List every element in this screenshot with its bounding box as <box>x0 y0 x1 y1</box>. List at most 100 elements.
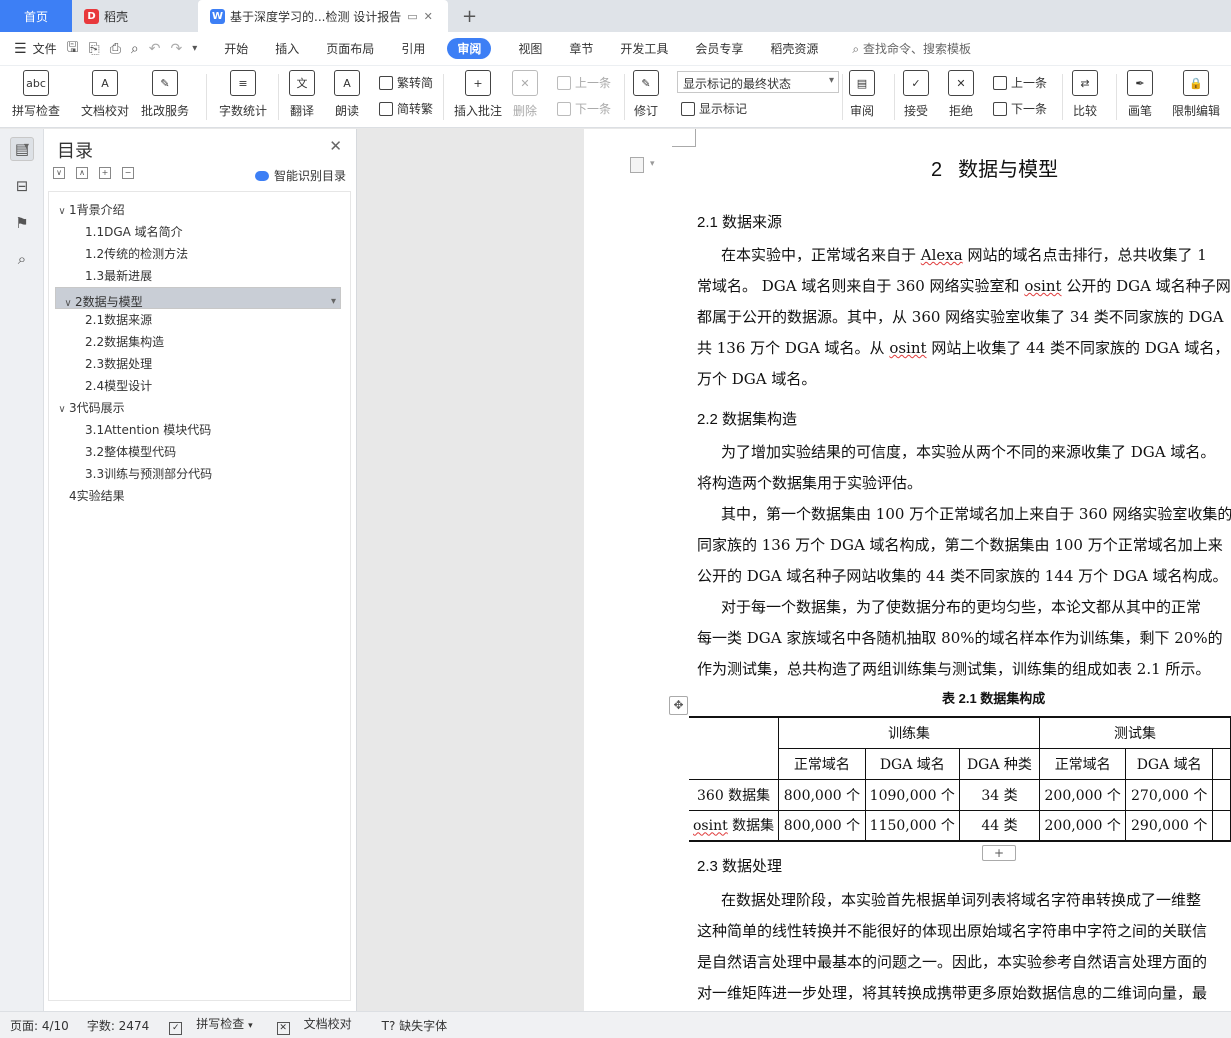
toc-panel-icon[interactable]: ▤ <box>10 137 34 161</box>
page-indicator[interactable]: 页面: 4/10 <box>10 1017 69 1034</box>
chevron-down-icon[interactable]: ∨ <box>55 201 69 223</box>
menu-review[interactable]: 审阅 <box>447 38 492 59</box>
table-cell[interactable]: 1090,000 个 <box>864 778 960 811</box>
table-cell[interactable]: 270,000 个 <box>1125 778 1213 811</box>
toc-item[interactable]: 2.1数据来源 <box>55 309 341 331</box>
delete-comment-button[interactable]: ✕ 删除 <box>512 70 538 119</box>
trad-to-simp-button[interactable]: 繁转简 <box>379 74 433 91</box>
table-group-header[interactable]: 训练集 <box>778 716 1040 749</box>
menu-member[interactable]: 会员专享 <box>695 40 743 57</box>
new-tab-button[interactable]: + <box>448 0 491 32</box>
toc-item[interactable]: 1.3最新进展 <box>55 265 341 287</box>
table-row-label[interactable]: 360 数据集 <box>689 778 780 811</box>
prev-change-button[interactable]: 上一条 <box>993 74 1047 91</box>
undo-icon[interactable]: ↶ <box>149 41 161 57</box>
doc-check-button[interactable]: A 文档校对 <box>81 70 129 119</box>
status-doc-check[interactable]: ✕ 文档校对 <box>267 1015 352 1035</box>
add-row-icon[interactable]: + <box>982 845 1016 861</box>
accept-button[interactable]: ✓ 接受 <box>903 70 929 119</box>
next-comment-button[interactable]: 下一条 <box>557 100 611 117</box>
toc-item[interactable]: 2.4模型设计 <box>55 375 341 397</box>
menu-page-layout[interactable]: 页面布局 <box>326 40 374 57</box>
table-move-handle-icon[interactable]: ✥ <box>669 696 688 715</box>
compare-button[interactable]: ⇄ 比较 <box>1072 70 1098 119</box>
simp-to-trad-button[interactable]: 简转繁 <box>379 100 433 117</box>
table-header-cell[interactable]: DGA 域名 <box>864 747 960 780</box>
document-icon[interactable] <box>630 157 644 173</box>
print-icon[interactable]: ⎙ <box>110 41 121 57</box>
toc-item[interactable]: ∨ 3代码展示 <box>55 397 341 419</box>
export-icon[interactable]: ⎘ <box>89 41 100 57</box>
table-cell[interactable]: 34 类 <box>958 778 1040 811</box>
toc-item[interactable]: 1.2传统的检测方法 <box>55 243 341 265</box>
menu-chapter[interactable]: 章节 <box>569 40 593 57</box>
menu-start[interactable]: 开始 <box>224 40 248 57</box>
table-cell[interactable]: 200,000 个 <box>1038 809 1127 842</box>
remove-heading-icon[interactable]: − <box>122 167 134 179</box>
tab-pin-icon[interactable]: ▭ <box>407 10 417 23</box>
markup-state-select[interactable]: 显示标记的最终状态 <box>677 71 839 93</box>
track-changes-button[interactable]: ✎ 修订 <box>633 70 659 119</box>
tab-daoke[interactable]: D 稻壳 <box>72 0 198 32</box>
table-header-cell[interactable]: 正常域名 <box>1038 747 1127 780</box>
file-menu[interactable]: ☰ 文件 <box>14 40 57 57</box>
table-row-label[interactable]: osint 数据集 <box>689 809 780 842</box>
word-count-indicator[interactable]: 字数: 2474 <box>87 1017 149 1034</box>
table-cell[interactable]: 1150,000 个 <box>864 809 960 842</box>
table-cell[interactable]: 800,000 个 <box>778 809 866 842</box>
toc-item[interactable]: 3.3训练与预测部分代码 <box>55 463 341 485</box>
close-icon[interactable]: ✕ <box>329 137 342 155</box>
toc-item[interactable]: 1.1DGA 域名简介 <box>55 221 341 243</box>
menu-insert[interactable]: 插入 <box>275 40 299 57</box>
table-header-cell[interactable]: DGA 域名 <box>1125 747 1213 780</box>
save-icon[interactable]: 🖫 <box>67 37 79 61</box>
table-cell[interactable]: 800,000 个 <box>778 778 866 811</box>
restrict-edit-button[interactable]: 🔒 限制编辑 <box>1172 70 1220 119</box>
print-preview-icon[interactable]: ⌕ <box>131 41 139 57</box>
spell-check-button[interactable]: abc 拼写检查 <box>12 70 60 119</box>
document-page[interactable]: ▾ 2 数据与模型 2.1 数据来源 在本实验中，正常域名来自于 Alexa 网站… <box>584 129 1231 1011</box>
menu-daoke-resources[interactable]: 稻壳资源 <box>770 40 818 57</box>
table-cell[interactable]: 44 类 <box>958 809 1040 842</box>
toc-item[interactable]: ∨ 1背景介绍 <box>55 199 341 221</box>
redo-icon[interactable]: ↷ <box>171 41 183 57</box>
toc-item-selected[interactable]: ∨ 2数据与模型 <box>55 287 341 313</box>
chapter-nav-icon[interactable]: ⊟ <box>10 174 34 198</box>
toc-item[interactable]: 3.2整体模型代码 <box>55 441 341 463</box>
insert-comment-button[interactable]: + 插入批注 <box>454 70 502 119</box>
tab-document[interactable]: W 基于深度学习的...检测 设计报告 ▭ ✕ <box>198 0 448 32</box>
smart-toc-button[interactable]: 智能识别目录 <box>254 167 346 184</box>
table-cell[interactable] <box>1211 778 1231 811</box>
table-cell[interactable] <box>689 716 780 780</box>
tab-home[interactable]: 首页 <box>0 0 72 32</box>
chevron-down-icon[interactable]: ▾ <box>650 159 655 169</box>
show-markup-button[interactable]: 显示标记 <box>681 100 747 117</box>
batch-service-button[interactable]: ✎ 批改服务 <box>141 70 189 119</box>
expand-all-icon[interactable]: ∧ <box>76 167 88 179</box>
table-cell[interactable] <box>1211 809 1231 842</box>
table-header-cell[interactable] <box>1211 747 1231 780</box>
table-header-cell[interactable]: DGA 种类 <box>958 747 1040 780</box>
command-search[interactable]: ⌕ 查找命令、搜索模板 <box>852 40 971 57</box>
collapse-all-icon[interactable]: ∨ <box>53 167 65 179</box>
read-aloud-button[interactable]: A 朗读 <box>334 70 360 119</box>
search-icon[interactable]: ⌕ <box>10 247 34 271</box>
menu-developer[interactable]: 开发工具 <box>620 40 668 57</box>
pen-button[interactable]: ✒ 画笔 <box>1127 70 1153 119</box>
word-count-button[interactable]: ≡ 字数统计 <box>219 70 267 119</box>
next-change-button[interactable]: 下一条 <box>993 100 1047 117</box>
status-spell-check[interactable]: ✓ 拼写检查 ▾ <box>159 1015 253 1035</box>
quick-access-dropdown-icon[interactable]: ▾ <box>192 43 197 54</box>
missing-font-button[interactable]: T? 缺失字体 <box>382 1017 448 1034</box>
chevron-down-icon[interactable]: ∨ <box>55 399 69 421</box>
menu-reference[interactable]: 引用 <box>401 40 425 57</box>
prev-comment-button[interactable]: 上一条 <box>557 74 611 91</box>
table-group-header[interactable]: 测试集 <box>1038 716 1231 749</box>
toc-item[interactable]: 4实验结果 <box>55 485 341 507</box>
menu-view[interactable]: 视图 <box>518 40 542 57</box>
table-header-cell[interactable]: 正常域名 <box>778 747 866 780</box>
toc-item[interactable]: 2.3数据处理 <box>55 353 341 375</box>
dataset-table[interactable]: 训练集 测试集 正常域名 DGA 域名 DGA 种类 正常域名 DGA 域名 3… <box>689 716 1231 842</box>
table-cell[interactable]: 290,000 个 <box>1125 809 1213 842</box>
reject-button[interactable]: ✕ 拒绝 <box>948 70 974 119</box>
